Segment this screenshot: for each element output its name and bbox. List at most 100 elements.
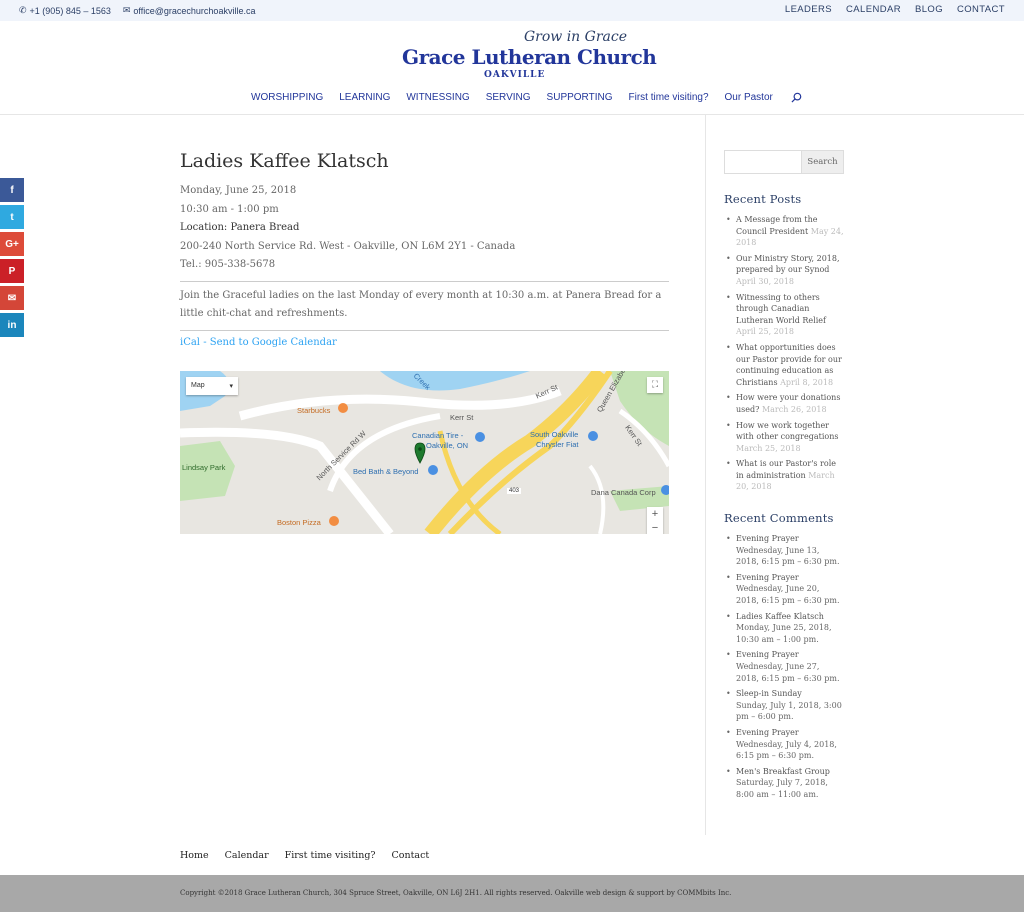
phone-item[interactable]: ✆ +1 (905) 845 – 1563 (19, 5, 111, 16)
recent-comment-item: Ladies Kaffee KlatschMonday, June 25, 20… (724, 611, 844, 646)
map-label-dana: Dana Canada Corp (591, 488, 656, 497)
recent-post-link[interactable]: A Message from the Council President (736, 215, 817, 236)
recent-comment-when: Monday, June 25, 2018, 10:30 am – 1:00 p… (736, 623, 832, 644)
recent-post-date: March 26, 2018 (761, 404, 827, 414)
recent-post-link[interactable]: How we work together with other congrega… (736, 421, 838, 442)
email-item[interactable]: ✉ office@gracechurchoakville.ca (123, 5, 256, 16)
nav-witnessing[interactable]: WITNESSING (406, 92, 469, 103)
map-label-lindsay-park: Lindsay Park (182, 463, 226, 472)
map-label-boston-pizza: Boston Pizza (277, 518, 321, 527)
map-type-dropdown[interactable]: Map ▾ (186, 377, 238, 395)
phone-number: +1 (905) 845 – 1563 (29, 5, 111, 16)
recent-comment-when: Sunday, July 1, 2018, 3:00 pm – 6:00 pm. (736, 700, 842, 722)
event-description: Join the Graceful ladies on the last Mon… (180, 289, 662, 320)
footer-nav: Home Calendar First time visiting? Conta… (180, 850, 429, 861)
map-label-highway: 403 (507, 488, 522, 494)
recent-post-item: A Message from the Council President May… (724, 214, 844, 249)
footer-contact[interactable]: Contact (392, 850, 430, 861)
map-label-canadian-tire-2: Oakville, ON (426, 441, 469, 450)
nav-our-pastor[interactable]: Our Pastor (725, 92, 773, 103)
email-icon[interactable]: ✉ (0, 286, 24, 310)
google-calendar-link[interactable]: Send to Google Calendar (210, 337, 337, 348)
ical-link[interactable]: iCal (180, 337, 200, 348)
link-separator: - (200, 336, 210, 348)
recent-comment-when: Wednesday, June 27, 2018, 6:15 pm – 6:30… (736, 662, 840, 683)
location-map[interactable]: Starbucks Kerr St Canadian Tire - Oakvil… (180, 371, 669, 534)
recent-comment-when: Saturday, July 7, 2018, 8:00 am – 11:00 … (736, 778, 828, 799)
search-icon[interactable] (791, 92, 802, 103)
nav-serving[interactable]: SERVING (486, 92, 531, 103)
nav-first-time-visiting[interactable]: First time visiting? (628, 92, 708, 103)
recent-post-link[interactable]: Our Ministry Story, 2018, prepared by ou… (736, 254, 840, 275)
recent-comment-link[interactable]: Ladies Kaffee Klatsch (736, 611, 844, 623)
recent-comment-item: Evening PrayerWednesday, July 4, 2018, 6… (724, 727, 844, 762)
map-label-bed-bath: Bed Bath & Beyond (353, 467, 419, 476)
footer-first-time-visiting[interactable]: First time visiting? (285, 850, 376, 861)
logo-city: OAKVILLE (484, 70, 546, 80)
nav-blog[interactable]: BLOG (915, 4, 943, 15)
dropdown-arrow-icon: ▾ (229, 383, 233, 390)
calendar-links: iCal - Send to Google Calendar (180, 337, 669, 348)
event-location: Location: Panera Bread (180, 222, 300, 233)
search-input[interactable] (724, 150, 802, 174)
recent-comments-list: Evening PrayerWednesday, June 13, 2018, … (724, 533, 844, 800)
recent-comment-when: Wednesday, July 4, 2018, 6:15 pm – 6:30 … (736, 739, 837, 761)
zoom-out-button[interactable]: − (647, 523, 663, 534)
footer-calendar[interactable]: Calendar (225, 850, 269, 861)
nav-calendar[interactable]: CALENDAR (846, 4, 901, 15)
recent-post-item: What opportunities does our Pastor provi… (724, 342, 844, 388)
footer-home[interactable]: Home (180, 850, 209, 861)
main-nav: WORSHIPPING LEARNING WITNESSING SERVING … (251, 92, 802, 103)
site-logo[interactable]: Grow in Grace Grace Lutheran Church OAKV… (402, 29, 657, 84)
recent-comment-link[interactable]: Evening Prayer (736, 727, 844, 739)
recent-comment-link[interactable]: Sleep-in Sunday (736, 688, 844, 700)
recent-comment-item: Sleep-in SundaySunday, July 1, 2018, 3:0… (724, 688, 844, 723)
linkedin-icon[interactable]: in (0, 313, 24, 337)
map-label-chrysler: Chrysler Fiat (536, 440, 579, 449)
site-header: Grow in Grace Grace Lutheran Church OAKV… (0, 21, 1024, 115)
divider (180, 280, 669, 282)
recent-comment-link[interactable]: Evening Prayer (736, 533, 844, 545)
fullscreen-icon[interactable]: ⛶ (647, 377, 663, 393)
recent-comment-link[interactable]: Evening Prayer (736, 649, 844, 661)
twitter-icon[interactable]: t (0, 205, 24, 229)
event-time: 10:30 am - 1:00 pm (180, 203, 279, 215)
recent-post-link[interactable]: Witnessing to others through Canadian Lu… (736, 293, 826, 325)
phone-icon: ✆ (19, 5, 27, 15)
recent-posts-heading: Recent Posts (724, 192, 802, 206)
recent-post-item: Witnessing to others through Canadian Lu… (724, 292, 844, 338)
recent-comment-item: Evening PrayerWednesday, June 20, 2018, … (724, 572, 844, 607)
recent-comment-link[interactable]: Evening Prayer (736, 572, 844, 584)
recent-post-date: April 8, 2018 (780, 377, 834, 387)
starbucks-marker (338, 403, 348, 413)
recent-post-item: What is our Pastor's role in administrat… (724, 458, 844, 493)
mail-icon: ✉ (122, 5, 131, 15)
event-date: Monday, June 25, 2018 (180, 185, 297, 196)
map-label-south-oakville: South Oakville (530, 430, 579, 439)
pinterest-icon[interactable]: P (0, 259, 24, 283)
event-address: 200-240 North Service Rd. West - Oakvill… (180, 240, 516, 252)
event-tel: Tel.: 905-338-5678 (180, 259, 276, 270)
email-address: office@gracechurchoakville.ca (133, 5, 256, 16)
facebook-icon[interactable]: f (0, 178, 24, 202)
recent-comment-link[interactable]: Men's Breakfast Group (736, 766, 844, 778)
map-canvas (180, 371, 669, 534)
event-content: Ladies Kaffee Klatsch Monday, June 25, 2… (180, 150, 669, 348)
logo-tagline: Grow in Grace (523, 29, 627, 45)
recent-post-date: April 25, 2018 (736, 327, 795, 337)
zoom-in-button[interactable]: + (647, 507, 663, 522)
google-plus-icon[interactable]: G+ (0, 232, 24, 256)
nav-supporting[interactable]: SUPPORTING (547, 92, 613, 103)
bed-bath-marker (428, 465, 438, 475)
nav-leaders[interactable]: LEADERS (785, 4, 832, 15)
nav-contact[interactable]: CONTACT (957, 4, 1005, 15)
nav-learning[interactable]: LEARNING (339, 92, 390, 103)
recent-comment-item: Men's Breakfast GroupSaturday, July 7, 2… (724, 766, 844, 801)
chrysler-marker (588, 431, 598, 441)
divider (180, 329, 669, 331)
recent-comment-when: Wednesday, June 13, 2018, 6:15 pm – 6:30… (736, 545, 840, 567)
copyright: Copyright ©2018 Grace Lutheran Church, 3… (180, 889, 732, 897)
nav-worshipping[interactable]: WORSHIPPING (251, 92, 323, 103)
map-label-starbucks: Starbucks (297, 406, 331, 415)
search-button[interactable]: Search (802, 150, 844, 174)
